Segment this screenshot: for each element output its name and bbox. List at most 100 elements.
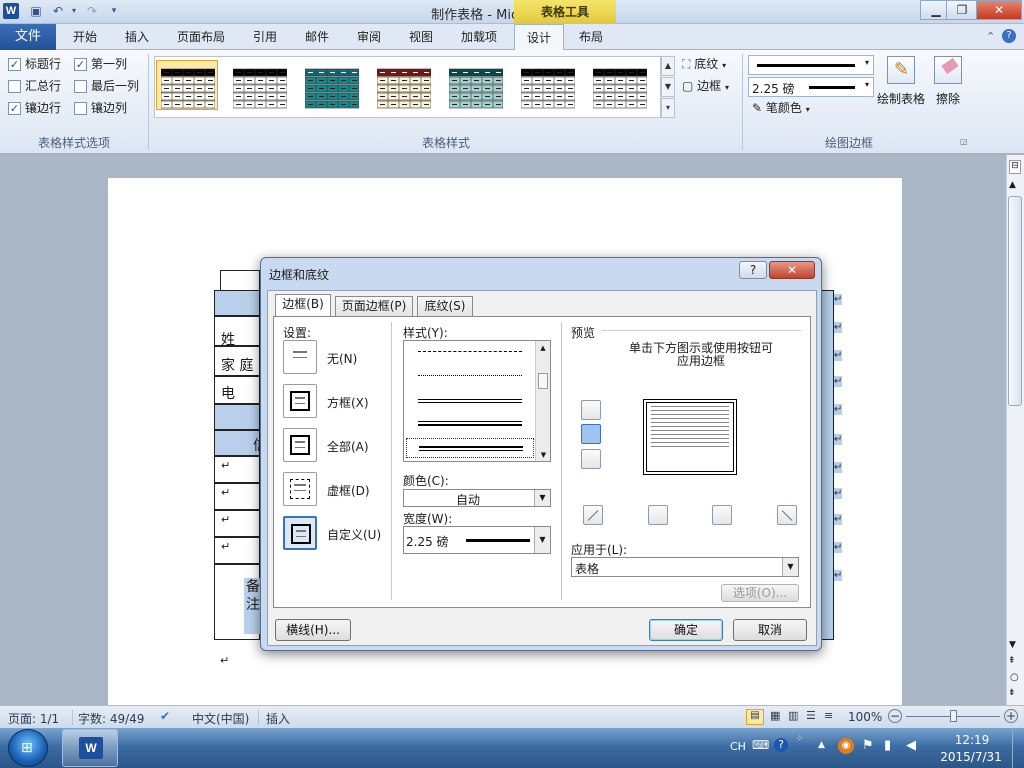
clock-time[interactable]: 12:19 (940, 733, 1004, 747)
table-style-plain-grid-2[interactable] (228, 60, 290, 110)
next-page-icon[interactable]: ⇟ (1008, 688, 1016, 698)
width-dropdown[interactable]: 2.25 磅 ▼ (403, 526, 551, 554)
table-style-dark-red-header[interactable] (372, 60, 434, 110)
pen-color-button[interactable]: ✎ 笔颜色 ▾ (752, 98, 810, 118)
scroll-down-icon[interactable]: ▼ (1009, 640, 1016, 650)
dialog-close-button[interactable]: ✕ (769, 261, 815, 279)
shading-button[interactable]: ⛶ 底纹 ▾ (682, 54, 726, 74)
scroll-up-icon[interactable]: ▲ (536, 344, 550, 352)
browse-object-icon[interactable]: ○ (1010, 672, 1019, 683)
tab-shading[interactable]: 底纹(S) (417, 296, 473, 316)
setting-none-label[interactable]: 无(N) (327, 350, 357, 367)
tab-insert[interactable]: 插入 (114, 24, 160, 50)
start-button[interactable]: ⊞ (8, 729, 48, 767)
full-screen-view-icon[interactable]: ▦ (770, 709, 780, 722)
line-style-selected[interactable] (406, 438, 534, 458)
gallery-scroll-up-icon[interactable]: ▲ (661, 56, 675, 76)
page-indicator[interactable]: 页面: 1/1 (8, 710, 59, 727)
setting-grid-icon[interactable] (283, 472, 317, 506)
setting-all-icon[interactable] (283, 428, 317, 462)
tab-page-borders[interactable]: 页面边框(P) (335, 296, 413, 316)
dialog-launcher-icon[interactable]: ◲ (960, 137, 968, 146)
table-style-simple-lines[interactable] (588, 60, 650, 110)
tab-review[interactable]: 审阅 (346, 24, 392, 50)
line-style-scrollbar[interactable]: ▲ ▼ (535, 341, 550, 461)
line-weight-combo[interactable]: 2.25 磅 ▾ (748, 77, 874, 97)
line-style-double[interactable] (418, 399, 522, 403)
dialog-help-button[interactable]: ? (739, 261, 767, 279)
gallery-scroll-down-icon[interactable]: ▼ (661, 77, 675, 97)
bottom-border-button[interactable] (581, 449, 601, 469)
line-style-thin-thick[interactable] (418, 421, 522, 426)
line-style-combo[interactable]: ▾ (748, 55, 874, 75)
apply-to-dropdown[interactable]: 表格 ▼ (571, 557, 799, 577)
banded-rows-checkbox[interactable]: ✓ 镶边行 (8, 98, 74, 118)
gallery-more-icon[interactable]: ▾ (661, 98, 675, 118)
print-layout-view-icon[interactable]: ▤ (746, 709, 764, 725)
setting-custom-icon[interactable] (283, 516, 317, 550)
scroll-thumb[interactable] (538, 373, 548, 389)
setting-grid-label[interactable]: 虚框(D) (327, 482, 370, 499)
scroll-down-icon[interactable]: ▼ (536, 451, 551, 459)
horizontal-line-button[interactable]: 横线(H)... (275, 619, 351, 641)
action-center-icon[interactable]: ⚑ (862, 738, 874, 753)
outline-view-icon[interactable]: ☰ (806, 709, 816, 722)
table-style-plain-grid[interactable] (156, 60, 218, 110)
collapse-ribbon-icon[interactable]: ⌃ (986, 30, 995, 43)
table-style-plain-grid-3[interactable] (516, 60, 578, 110)
tab-design[interactable]: 设计 (514, 24, 564, 51)
table-style-teal-dots[interactable] (444, 60, 506, 110)
tab-mailings[interactable]: 邮件 (294, 24, 340, 50)
first-column-checkbox[interactable]: ✓ 第一列 (74, 54, 127, 74)
tab-layout[interactable]: 布局 (566, 24, 616, 50)
zoom-out-icon[interactable]: − (888, 709, 902, 723)
show-desktop-button[interactable] (1012, 729, 1024, 768)
draft-view-icon[interactable]: ≡ (824, 709, 833, 722)
setting-custom-label[interactable]: 自定义(U) (327, 526, 381, 543)
ime-options-icon[interactable]: ⁘ (796, 734, 804, 744)
setting-box-label[interactable]: 方框(X) (327, 394, 369, 411)
proofing-icon[interactable]: ✔ (160, 709, 170, 723)
tab-home[interactable]: 开始 (62, 24, 108, 50)
eraser-button[interactable]: 擦除 (930, 56, 966, 107)
draw-table-button[interactable]: ✎ 绘制表格 (876, 56, 926, 107)
zoom-slider-thumb[interactable] (950, 710, 957, 722)
diagonal-up-border-button[interactable] (583, 505, 603, 525)
previous-page-icon[interactable]: ⇞ (1008, 656, 1016, 666)
left-border-button[interactable] (648, 505, 668, 525)
border-preview-diagram[interactable] (643, 399, 737, 475)
show-hidden-icons-icon[interactable]: ▲ (818, 740, 825, 750)
top-border-button[interactable] (581, 400, 601, 420)
ok-button[interactable]: 确定 (649, 619, 723, 641)
insert-mode[interactable]: 插入 (266, 710, 290, 727)
app-tray-icon[interactable]: ◉ (838, 738, 854, 754)
help-icon[interactable]: ? (1002, 29, 1016, 43)
clock-date[interactable]: 2015/7/31 (934, 750, 1008, 764)
setting-box-icon[interactable] (283, 384, 317, 418)
setting-none-icon[interactable] (283, 340, 317, 374)
ruler-toggle-icon[interactable]: ⊟ (1009, 160, 1021, 174)
tab-page-layout[interactable]: 页面布局 (168, 24, 234, 50)
cancel-button[interactable]: 取消 (733, 619, 807, 641)
tab-addins[interactable]: 加载项 (450, 24, 508, 50)
volume-icon[interactable]: ◀ (906, 738, 916, 753)
taskbar-word-button[interactable]: W (62, 729, 118, 767)
tab-references[interactable]: 引用 (242, 24, 288, 50)
diagonal-down-border-button[interactable] (777, 505, 797, 525)
zoom-level[interactable]: 100% (848, 710, 882, 724)
last-column-checkbox[interactable]: 最后一列 (74, 76, 139, 96)
right-border-button[interactable] (712, 505, 732, 525)
table-style-teal[interactable] (300, 60, 362, 110)
scroll-up-icon[interactable]: ▲ (1009, 180, 1016, 190)
total-row-checkbox[interactable]: 汇总行 (8, 76, 74, 96)
tab-borders[interactable]: 边框(B) (275, 294, 331, 317)
network-icon[interactable]: ▮ (884, 738, 891, 753)
line-style-list[interactable]: ▲ ▼ (403, 340, 551, 462)
ime-indicator[interactable]: CH (730, 740, 746, 753)
line-style-dash-dot-dot[interactable] (418, 375, 522, 376)
help-icon[interactable]: ? (774, 738, 788, 752)
web-layout-view-icon[interactable]: ▥ (788, 709, 798, 722)
close-window-button[interactable]: ✕ (976, 0, 1022, 20)
keyboard-icon[interactable]: ⌨ (752, 738, 769, 752)
inside-horizontal-border-button[interactable] (581, 424, 601, 444)
